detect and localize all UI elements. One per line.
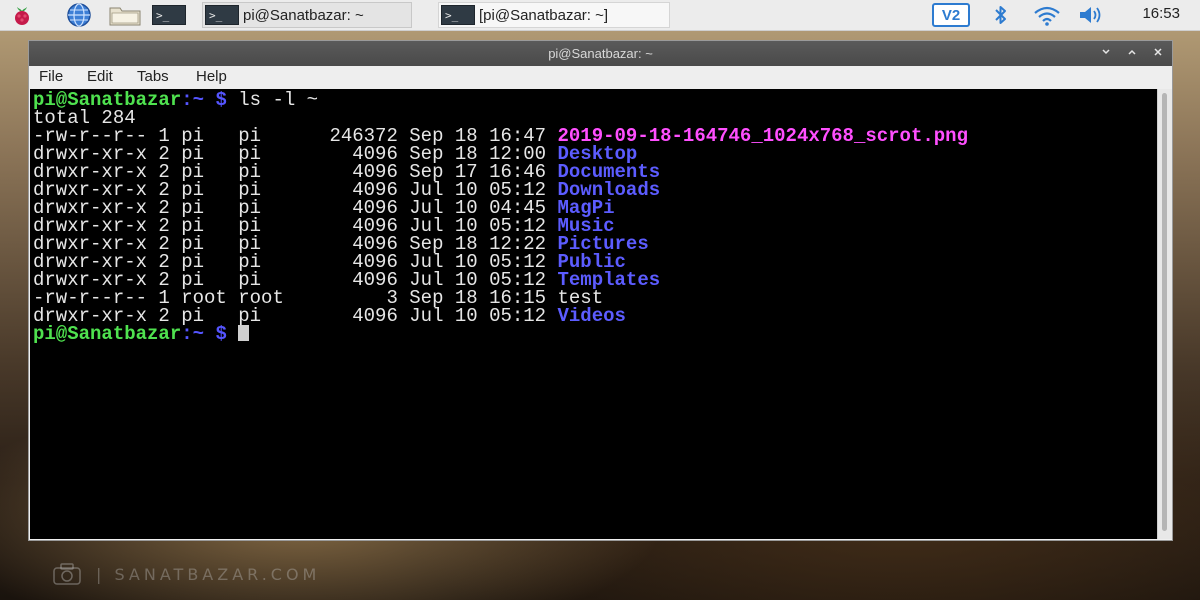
wifi-icon[interactable] bbox=[1030, 2, 1064, 28]
close-icon[interactable] bbox=[1146, 41, 1170, 66]
maximize-icon[interactable] bbox=[1120, 41, 1144, 66]
terminal-window: pi@Sanatbazar: ~ File Edit Tabs Help pi@… bbox=[28, 40, 1173, 541]
taskbar-task-terminal-1[interactable]: >_ pi@Sanatbazar: ~ bbox=[202, 2, 412, 28]
terminal-icon: >_ bbox=[441, 5, 475, 25]
task-label: [pi@Sanatbazar: ~] bbox=[479, 6, 609, 24]
prompt-user: pi@Sanatbazar bbox=[33, 323, 182, 345]
vnc-icon[interactable]: V2 bbox=[930, 2, 972, 28]
terminal-launcher-icon[interactable]: >_ bbox=[150, 2, 188, 28]
minimize-icon[interactable] bbox=[1094, 41, 1118, 66]
watermark: | SANATBAZAR.COM bbox=[52, 562, 320, 586]
terminal-glyph: >_ bbox=[152, 5, 186, 25]
menu-help[interactable]: Help bbox=[196, 68, 227, 85]
raspberry-menu-icon[interactable] bbox=[8, 2, 36, 28]
window-title: pi@Sanatbazar: ~ bbox=[548, 46, 653, 61]
vnc-label: V2 bbox=[932, 3, 970, 27]
menu-tabs[interactable]: Tabs bbox=[137, 68, 169, 85]
terminal-icon: >_ bbox=[205, 5, 239, 25]
bluetooth-icon[interactable] bbox=[988, 2, 1014, 28]
prompt-tail: :~ $ bbox=[181, 323, 227, 345]
scroll-thumb[interactable] bbox=[1162, 93, 1167, 531]
menu-edit[interactable]: Edit bbox=[87, 68, 113, 85]
taskbar: >_ >_ pi@Sanatbazar: ~ >_ [pi@Sanatbazar… bbox=[0, 0, 1200, 31]
task-label: pi@Sanatbazar: ~ bbox=[243, 6, 364, 24]
volume-icon[interactable] bbox=[1074, 2, 1108, 28]
terminal-output[interactable]: pi@Sanatbazar:~ $ ls -l ~ total 284 -rw-… bbox=[30, 89, 1157, 539]
watermark-text: | SANATBAZAR.COM bbox=[96, 564, 321, 584]
active-prompt-line: pi@Sanatbazar:~ $ bbox=[33, 323, 250, 345]
taskbar-task-terminal-2[interactable]: >_ [pi@Sanatbazar: ~] bbox=[438, 2, 670, 28]
scrollbar[interactable] bbox=[1157, 89, 1172, 539]
file-manager-icon[interactable] bbox=[106, 2, 144, 28]
web-browser-icon[interactable] bbox=[62, 2, 96, 28]
window-titlebar[interactable]: pi@Sanatbazar: ~ bbox=[29, 41, 1172, 66]
clock[interactable]: 16:53 bbox=[1142, 5, 1180, 22]
command-text: ls -l ~ bbox=[238, 89, 319, 111]
prompt-tail: :~ $ bbox=[181, 89, 227, 111]
menubar: File Edit Tabs Help bbox=[29, 66, 1172, 89]
camera-icon bbox=[53, 563, 81, 585]
menu-file[interactable]: File bbox=[39, 68, 63, 85]
text-cursor[interactable] bbox=[238, 325, 250, 341]
listing-filename: Videos bbox=[557, 305, 626, 327]
